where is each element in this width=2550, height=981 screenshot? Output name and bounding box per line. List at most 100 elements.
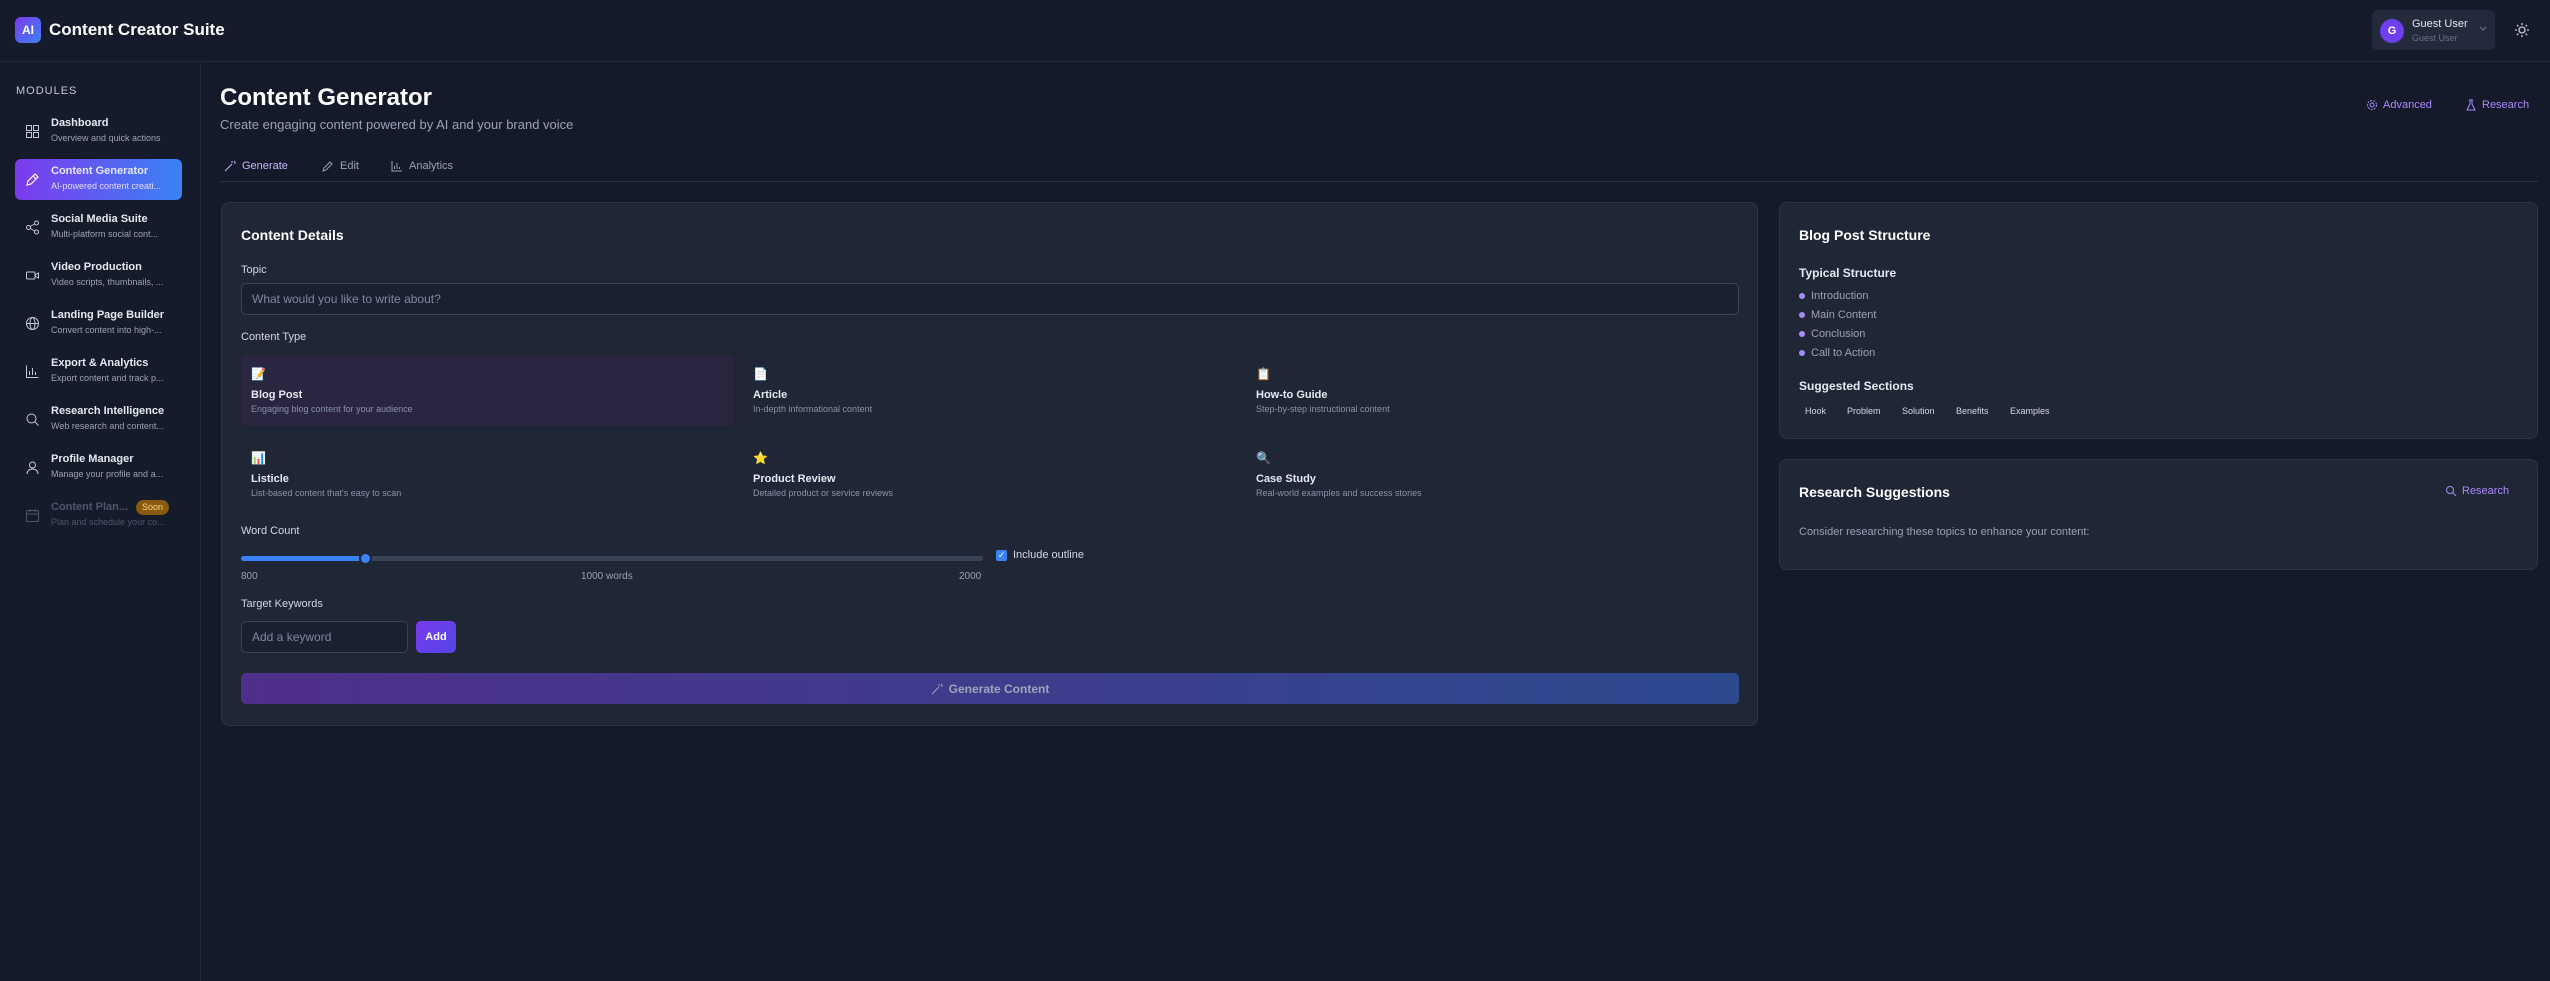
page-title: Content Generator (220, 84, 433, 111)
topic-input[interactable] (241, 283, 1739, 315)
include-outline-label: Include outline (1013, 549, 1084, 561)
structure-item-label: Introduction (1811, 290, 1869, 302)
app-logo: AI (15, 17, 41, 43)
content-type-how-to-guide[interactable]: 📋 How-to Guide Step-by-step instructiona… (1246, 356, 1739, 426)
content-type-desc: In-depth informational content (753, 404, 873, 414)
structure-item: Introduction (1799, 290, 1868, 302)
card-title: Blog Post Structure (1799, 227, 1931, 243)
slider-thumb[interactable] (358, 552, 372, 565)
chevron-down-icon (2479, 26, 2487, 31)
include-outline-checkbox[interactable]: ✓ (996, 550, 1007, 561)
bullet-dot (1799, 293, 1805, 299)
flask-icon (2466, 99, 2476, 111)
structure-item-label: Call to Action (1811, 347, 1876, 359)
sidebar-item-dashboard[interactable]: Dashboard Overview and quick actions (15, 111, 182, 152)
tab-label: Edit (340, 160, 359, 172)
research-header-button[interactable]: Research (2465, 99, 2529, 111)
card-title: Research Suggestions (1799, 484, 1950, 500)
bullet-dot (1799, 331, 1805, 337)
wand-icon (931, 683, 943, 694)
sidebar-item-desc: Plan and schedule your co... (51, 517, 165, 527)
content-type-name: How-to Guide (1256, 389, 1328, 401)
sidebar-item-desc: Web research and content... (51, 421, 164, 431)
advanced-label: Advanced (2383, 99, 2432, 111)
tab-label: Analytics (409, 160, 454, 172)
sidebar-item-content-generator[interactable]: Content Generator AI-powered content cre… (15, 159, 182, 200)
tab-generate[interactable]: Generate (224, 160, 288, 172)
slider-fill (241, 556, 365, 561)
content-type-name: Product Review (753, 473, 836, 485)
content-type-product-review[interactable]: ⭐ Product Review Detailed product or ser… (743, 440, 1236, 510)
wand-icon (224, 160, 236, 172)
word-min-label: 800 (241, 571, 258, 582)
generate-content-button[interactable]: Generate Content (241, 673, 1739, 704)
user-role: Guest User (2412, 33, 2458, 43)
memo-icon: 📝 (251, 367, 266, 381)
add-keyword-button[interactable]: Add (416, 621, 456, 653)
suggested-sections-heading: Suggested Sections (1799, 379, 1914, 393)
research-label: Research (2482, 99, 2530, 111)
content-type-article[interactable]: 📄 Article In-depth informational content (743, 356, 1236, 426)
sidebar-item-desc: Overview and quick actions (51, 133, 161, 143)
star-icon: ⭐ (753, 451, 768, 465)
globe-icon (26, 317, 39, 330)
word-count-slider[interactable] (241, 552, 983, 565)
content-type-label: Content Type (241, 331, 307, 343)
tab-label: Generate (242, 160, 288, 172)
avatar: G (2380, 19, 2404, 43)
sidebar-item-research-intelligence[interactable]: Research Intelligence Web research and c… (15, 399, 182, 440)
sidebar-item-title: Video Production (51, 261, 142, 273)
section-chip: Hook (1799, 404, 1833, 418)
section-chip: Benefits (1950, 404, 1995, 418)
soon-badge: Soon (136, 500, 170, 515)
research-button-label: Research (2462, 485, 2510, 497)
bullet-dot (1799, 312, 1805, 318)
page-subtitle: Create engaging content powered by AI an… (220, 117, 574, 132)
gear-icon (2367, 100, 2377, 110)
content-type-name: Article (753, 389, 788, 401)
sidebar-item-video-production[interactable]: Video Production Video scripts, thumbnai… (15, 255, 182, 296)
content-type-desc: Engaging blog content for your audience (251, 404, 413, 414)
content-type-name: Case Study (1256, 473, 1316, 485)
sidebar-item-landing-page-builder[interactable]: Landing Page Builder Convert content int… (15, 303, 182, 344)
user-name: Guest User (2412, 18, 2468, 30)
sidebar-item-title: Landing Page Builder (51, 309, 165, 321)
sidebar-item-export-analytics[interactable]: Export & Analytics Export content and tr… (15, 351, 182, 392)
sidebar-item-desc: Video scripts, thumbnails, ... (51, 277, 164, 287)
pen-icon (26, 173, 39, 186)
content-type-blog-post[interactable]: 📝 Blog Post Engaging blog content for yo… (241, 356, 734, 426)
card-title: Content Details (241, 227, 344, 243)
section-chip: Solution (1896, 404, 1941, 418)
topic-label: Topic (241, 264, 267, 276)
research-card: Research Suggestions (1779, 459, 2538, 570)
generate-label: Generate Content (948, 681, 1050, 696)
structure-item: Conclusion (1799, 328, 1865, 340)
sidebar-item-title: Content Generator (51, 165, 149, 177)
sidebar-item-social-media-suite[interactable]: Social Media Suite Multi-platform social… (15, 207, 182, 248)
keyword-input[interactable] (241, 621, 408, 653)
tab-bar: Generate Edit Analytics (220, 158, 2538, 182)
sidebar-item-title: Export & Analytics (51, 357, 149, 369)
sidebar-item-profile-manager[interactable]: Profile Manager Manage your profile and … (15, 447, 182, 488)
sidebar-item-title: Content Plan... (51, 501, 128, 513)
section-chip: Problem (1841, 404, 1887, 418)
structure-item-label: Main Content (1811, 309, 1877, 321)
sidebar-item-desc: Multi-platform social cont... (51, 229, 159, 239)
content-type-case-study[interactable]: 🔍 Case Study Real-world examples and suc… (1246, 440, 1739, 510)
research-note: Consider researching these topics to enh… (1799, 526, 2090, 538)
content-type-listicle[interactable]: 📊 Listicle List-based content that's eas… (241, 440, 734, 510)
sun-icon[interactable] (2513, 21, 2531, 39)
typical-structure-heading: Typical Structure (1799, 266, 1897, 280)
tab-analytics[interactable]: Analytics (391, 160, 453, 172)
research-card-button[interactable]: Research (2445, 485, 2509, 497)
bar-chart-icon (26, 365, 39, 378)
advanced-button[interactable]: Advanced (2366, 99, 2432, 111)
tab-edit[interactable]: Edit (322, 160, 359, 172)
clipboard-icon: 📋 (1256, 367, 1271, 381)
sidebar-item-desc: Convert content into high-... (51, 325, 162, 335)
sidebar-item-title: Social Media Suite (51, 213, 148, 225)
app-title: Content Creator Suite (49, 20, 225, 39)
user-menu-button[interactable]: G Guest User Guest User (2372, 10, 2495, 50)
sidebar-item-title: Profile Manager (51, 453, 134, 465)
user-icon (26, 461, 39, 475)
